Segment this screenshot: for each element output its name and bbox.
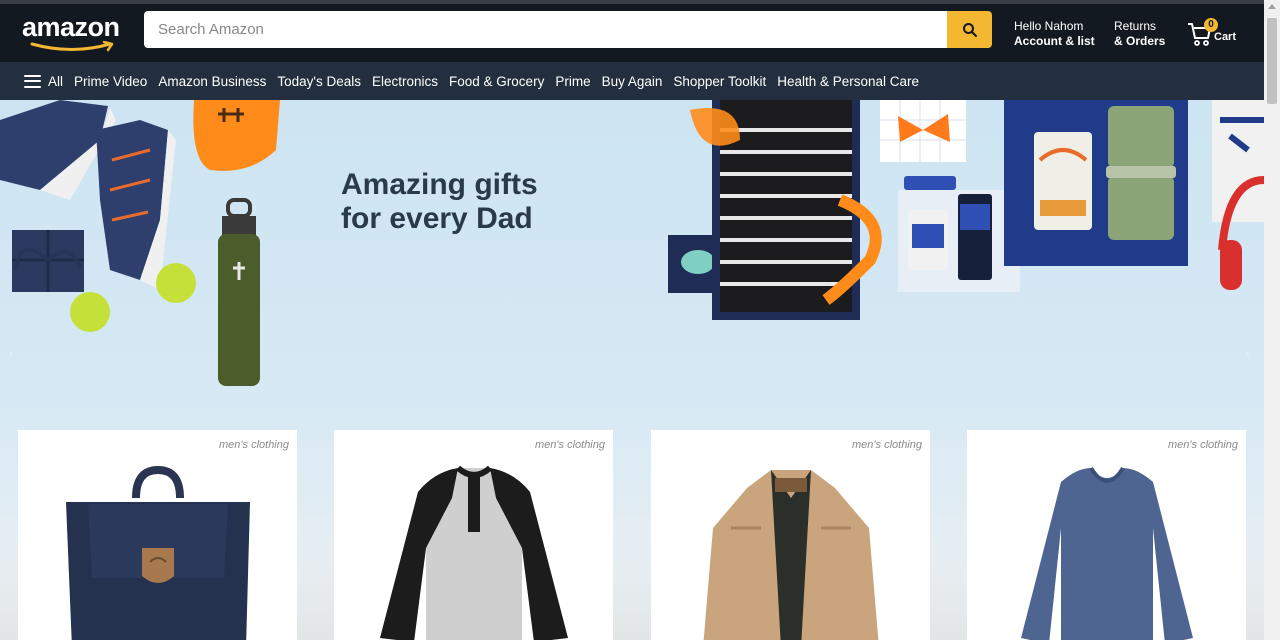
jacket-icon — [703, 470, 879, 640]
all-label: All — [48, 73, 64, 89]
amazon-logo[interactable]: amazon — [22, 12, 128, 52]
account-label: Account & list — [1014, 34, 1095, 48]
product-card[interactable]: men's clothing — [967, 430, 1246, 640]
product-category: men's clothing — [535, 439, 605, 451]
nav-amazon-business[interactable]: Amazon Business — [158, 74, 266, 89]
hero-title: Amazing gifts for every Dad — [341, 168, 538, 236]
smile-arrow-icon — [30, 41, 114, 52]
cap-icon — [193, 100, 280, 171]
hero-next-arrow[interactable]: › — [1245, 345, 1250, 361]
cart-label: Cart — [1214, 31, 1237, 43]
tennis-ball-icon — [70, 292, 110, 332]
cart-count-badge: 0 — [1204, 18, 1218, 32]
water-bottle-icon — [218, 198, 260, 386]
long-sleeve-tee-icon — [1021, 466, 1193, 640]
grooming-kit-icon — [898, 176, 1020, 292]
nav-buy-again[interactable]: Buy Again — [602, 74, 663, 89]
search-button[interactable] — [947, 11, 992, 48]
bow-gift-icon — [880, 100, 966, 162]
product-card[interactable]: men's clothing — [334, 430, 613, 640]
tennis-ball-icon — [156, 263, 196, 303]
headphones-icon — [1212, 100, 1264, 290]
sub-navigation: All Prime Video Amazon Business Today's … — [0, 62, 1280, 100]
hero-title-line2: for every Dad — [341, 202, 533, 235]
product-category: men's clothing — [219, 439, 289, 451]
gift-box-icon — [12, 230, 84, 292]
striped-shirt-icon — [690, 100, 882, 320]
top-header: amazon Hello Nahom Account & list Return… — [0, 0, 1280, 62]
search-bar — [144, 11, 992, 48]
product-category: men's clothing — [852, 439, 922, 451]
account-menu[interactable]: Hello Nahom Account & list — [1014, 19, 1095, 49]
returns-label: Returns — [1114, 19, 1157, 33]
cart-button[interactable]: 0 Cart — [1186, 16, 1242, 48]
hero-title-line1: Amazing gifts — [341, 168, 538, 201]
search-input[interactable] — [144, 11, 947, 48]
page-scrollbar[interactable] — [1264, 0, 1280, 640]
nav-food-grocery[interactable]: Food & Grocery — [449, 74, 544, 89]
coffee-mugs-icon — [1004, 100, 1188, 266]
logo-text: amazon — [22, 12, 120, 42]
nav-todays-deals[interactable]: Today's Deals — [277, 74, 361, 89]
scroll-thumb[interactable] — [1267, 18, 1277, 104]
hero-prev-arrow[interactable]: ‹ — [9, 345, 14, 361]
henley-shirt-icon — [380, 465, 568, 640]
account-greeting: Hello Nahom — [1014, 19, 1084, 33]
nav-prime-video[interactable]: Prime Video — [74, 74, 147, 89]
orders-label: & Orders — [1114, 34, 1166, 48]
nav-electronics[interactable]: Electronics — [372, 74, 438, 89]
backpack-icon — [66, 465, 250, 640]
scroll-up-arrow-icon[interactable] — [1268, 4, 1276, 9]
search-icon — [962, 22, 977, 37]
product-category: men's clothing — [1168, 439, 1238, 451]
nav-health-personal-care[interactable]: Health & Personal Care — [777, 74, 919, 89]
nav-shopper-toolkit[interactable]: Shopper Toolkit — [673, 74, 766, 89]
hero-gift-collage — [0, 100, 1264, 386]
product-card[interactable]: men's clothing — [651, 430, 930, 640]
all-menu-button[interactable]: All — [24, 74, 63, 89]
returns-orders-link[interactable]: Returns & Orders — [1114, 19, 1165, 49]
product-card[interactable]: men's clothing — [18, 430, 297, 640]
hamburger-icon — [24, 74, 41, 88]
nav-prime[interactable]: Prime — [555, 74, 590, 89]
